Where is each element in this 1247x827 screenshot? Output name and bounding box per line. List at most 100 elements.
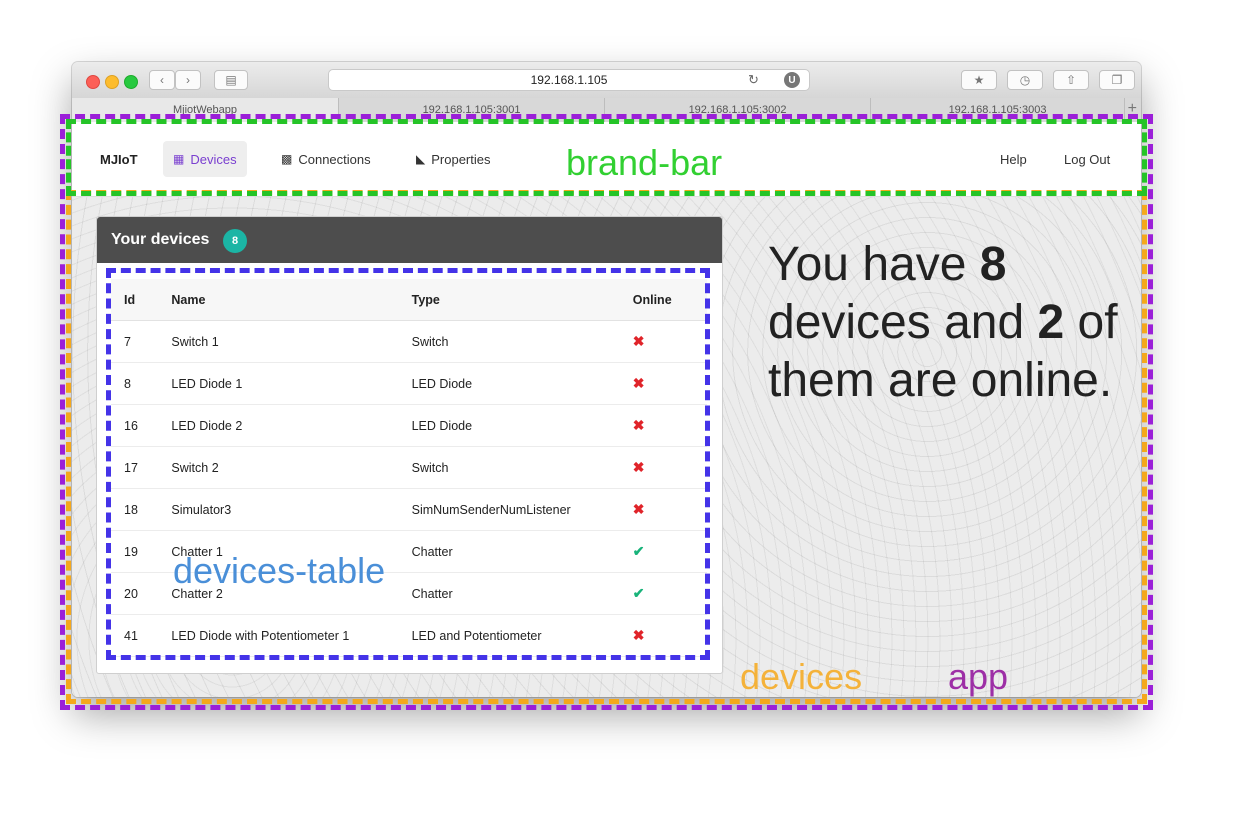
column-header-online[interactable]: Online [619,279,707,321]
nav-item-label: Connections [298,151,371,167]
browser-tab[interactable]: MjiotWebapp [72,98,339,122]
area-chart-icon: ◣ [416,152,426,166]
cell-id: 16 [111,404,159,447]
cell-name: Simulator3 [158,488,399,531]
cross-icon: ✖ [632,459,645,475]
cell-online: ✖ [619,404,707,447]
sidebar-toggle-button[interactable]: ▤ [214,70,248,90]
star-icon: ★ [973,73,985,87]
devices-panel: Your devices 8 Id Name Type Online 7 Swit… [96,216,723,674]
brand-logo[interactable]: MJIoT [100,152,138,167]
app-annotation-label: app [948,656,1009,697]
address-bar[interactable]: 192.168.1.105 [328,69,810,91]
clock-icon: ◷ [1019,73,1031,87]
sitemap-icon: ▩ [281,152,293,166]
browser-tab-label: 192.168.1.105:3003 [948,104,1047,116]
cross-icon: ✖ [632,627,645,643]
column-header-id[interactable]: Id [111,279,159,321]
cell-id: 18 [111,488,159,531]
devices-panel-header: Your devices 8 [97,217,722,263]
table-row[interactable]: 17 Switch 2 Switch ✖ [111,446,707,489]
page-content: MJIoT ▦ Devices ▩ Connections ◣ Properti… [72,122,1141,697]
chevron-left-icon: ‹ [160,73,164,87]
cell-type: SimNumSenderNumListener [398,488,620,531]
cell-online: ✖ [619,446,707,489]
cell-type: Chatter [398,530,620,573]
minimize-window-button[interactable] [105,75,119,89]
cell-type: LED Diode [398,404,620,447]
forward-button[interactable]: › [175,70,201,90]
column-header-type[interactable]: Type [398,279,620,321]
zoom-window-button[interactable] [124,75,138,89]
close-window-button[interactable] [86,75,100,89]
devices-panel-title: Your devices [111,231,210,248]
nav-item-label: Devices [190,151,237,167]
devices-table: Id Name Type Online 7 Switch 1 Switch ✖ 8 LED… [111,279,707,657]
new-tab-icon[interactable]: + [1128,100,1137,118]
share-icon: ⇧ [1065,73,1077,87]
cell-online: ✖ [619,614,707,657]
cell-name: LED Diode 1 [158,362,399,405]
cell-type: Switch [398,446,620,489]
browser-tab[interactable]: 192.168.1.105:3002 [605,98,871,122]
tab-overview-button[interactable]: ❐ [1099,70,1135,90]
brand-bar-annotation-label: brand-bar [566,142,723,183]
browser-tab-bar: MjiotWebapp 192.168.1.105:3001 192.168.1… [72,98,1141,123]
chevron-right-icon: › [186,73,190,87]
help-link[interactable]: Help [1000,152,1027,167]
browser-tab-label: 192.168.1.105:3001 [422,104,521,116]
table-row[interactable]: 16 LED Diode 2 LED Diode ✖ [111,404,707,447]
nav-item-label: Properties [431,151,491,167]
cell-id: 7 [111,320,159,363]
history-button[interactable]: ◷ [1007,70,1043,90]
back-button[interactable]: ‹ [149,70,175,90]
cell-name: LED Diode 2 [158,404,399,447]
sidebar-icon: ▤ [225,73,237,87]
cell-online: ✖ [619,488,707,531]
cell-online: ✖ [619,320,707,363]
cell-type: Switch [398,320,620,363]
extension-icon[interactable]: U [784,72,800,88]
nav-item-properties[interactable]: ◣ Properties [406,141,500,177]
browser-titlebar: ‹ › ▤ 192.168.1.105 ↻ U ★ ◷ ⇧ ❐ [72,62,1141,99]
devices-summary: You have 8 devices and 2 of them are onl… [768,236,1128,410]
cell-type: LED and Potentiometer [398,614,620,657]
nav-item-connections[interactable]: ▩ Connections [271,141,381,177]
cell-type: Chatter [398,572,620,615]
summary-middle: devices and [768,296,1038,349]
cell-id: 41 [111,614,159,657]
logout-link[interactable]: Log Out [1064,152,1110,167]
cross-icon: ✖ [632,417,645,433]
cell-name: LED Diode with Potentiometer 1 [158,614,399,657]
cell-id: 8 [111,362,159,405]
summary-online-count: 2 [1037,296,1065,349]
table-row[interactable]: 41 LED Diode with Potentiometer 1 LED and … [111,614,707,657]
browser-tab[interactable]: 192.168.1.105:3001 [339,98,605,122]
cell-online: ✔ [619,530,707,573]
cell-type: LED Diode [398,362,620,405]
cross-icon: ✖ [632,333,645,349]
device-count-badge: 8 [223,229,247,253]
cell-online: ✔ [619,572,707,615]
bookmark-button[interactable]: ★ [961,70,997,90]
url-text: 192.168.1.105 [530,73,608,87]
tabs-icon: ❐ [1111,73,1123,87]
table-header-row: Id Name Type Online [111,279,707,321]
reload-icon[interactable]: ↻ [748,72,759,88]
cell-id: 19 [111,530,159,573]
cell-id: 17 [111,446,159,489]
cell-name: Switch 2 [158,446,399,489]
nav-item-devices[interactable]: ▦ Devices [163,141,247,177]
check-icon: ✔ [632,543,645,559]
table-row[interactable]: 18 Simulator3 SimNumSenderNumListener ✖ [111,488,707,531]
cross-icon: ✖ [632,501,645,517]
devices-annotation-label: devices [740,656,863,697]
table-row[interactable]: 7 Switch 1 Switch ✖ [111,320,707,363]
share-button[interactable]: ⇧ [1053,70,1089,90]
devices-table-annotation-label: devices-table [173,550,386,591]
table-row[interactable]: 8 LED Diode 1 LED Diode ✖ [111,362,707,405]
column-header-name[interactable]: Name [158,279,399,321]
browser-tab[interactable]: 192.168.1.105:3003 [871,98,1125,122]
cell-id: 20 [111,572,159,615]
summary-device-count: 8 [979,238,1007,291]
